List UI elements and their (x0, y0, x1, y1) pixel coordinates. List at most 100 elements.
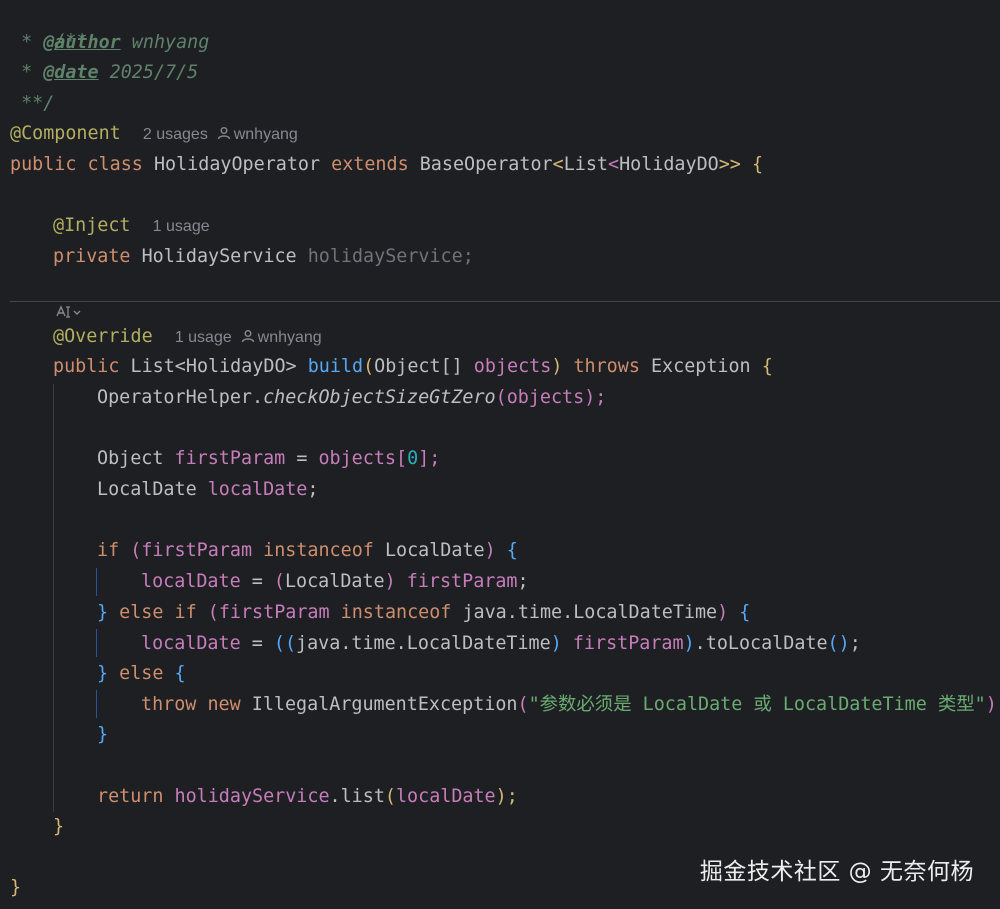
brace: { (506, 540, 518, 561)
semicolon: ; (849, 633, 861, 654)
code-line[interactable]: public List<HolidayDO> build(Object[] ob… (53, 352, 773, 382)
author-hint[interactable]: wnhyang (217, 126, 298, 143)
code-line[interactable]: @Override 1 usage wnhyang (53, 322, 322, 352)
local-var: firstParam (572, 633, 684, 654)
local-var: localDate (207, 479, 308, 500)
usages-hint[interactable]: 1 usage (175, 329, 232, 346)
author-hint[interactable]: wnhyang (241, 329, 322, 346)
code-line[interactable]: } (97, 720, 108, 750)
keyword: return (97, 786, 164, 807)
bracket: [ (395, 448, 408, 469)
doc-date-value: 2025/7/5 (98, 62, 199, 83)
code-line[interactable]: localDate = (LocalDate) firstParam; (141, 567, 529, 597)
code-line[interactable]: * @author wnhyang (10, 28, 209, 58)
person-icon (217, 127, 230, 140)
code-line[interactable]: localDate = ((java.time.LocalDateTime) f… (141, 629, 861, 659)
method-name: build (307, 356, 364, 377)
list-type: List (563, 154, 608, 175)
param-name: objects (473, 356, 552, 377)
code-line[interactable]: } else if (firstParam instanceof java.ti… (97, 598, 750, 628)
keyword: else (119, 602, 164, 623)
argument: objects (506, 387, 585, 408)
usages-hint[interactable]: 1 usage (153, 218, 210, 235)
override-annotation: @Override (53, 326, 153, 347)
code-line[interactable]: throw new IllegalArgumentException("参数必须… (141, 690, 1000, 720)
local-type: LocalDate (97, 479, 197, 500)
brace: } (10, 877, 22, 898)
method-call: .toLocalDate (694, 633, 828, 654)
code-line[interactable]: OperatorHelper.checkObjectSizeGtZero(obj… (97, 383, 606, 413)
keyword: public (53, 356, 120, 377)
brace: { (174, 663, 186, 684)
local-var: firstParam (174, 448, 286, 469)
person-icon (241, 330, 254, 343)
component-annotation: @Component (10, 123, 121, 144)
type-name: java.time.LocalDateTime (296, 633, 551, 654)
watermark: 掘金技术社区 @ 无奈何杨 (699, 859, 974, 885)
keyword: throw (141, 694, 197, 715)
local-type: Object (97, 448, 164, 469)
code-line[interactable]: private HolidayService holidayService; (53, 242, 474, 272)
method-call: .list (329, 786, 385, 807)
class-name: HolidayOperator (153, 154, 321, 175)
ai-assist-icon[interactable] (54, 303, 84, 321)
code-line[interactable]: } (53, 812, 64, 842)
code-line[interactable]: @Component 2 usages wnhyang (10, 119, 298, 149)
argument: objects (318, 448, 396, 469)
paren: ) (384, 571, 396, 592)
code-line[interactable]: Object firstParam = objects[0]; (97, 444, 440, 474)
paren: ); (985, 694, 1000, 715)
code-line[interactable]: public class HolidayOperator extends Bas… (10, 150, 763, 180)
code-line[interactable]: **/ (10, 89, 54, 119)
keyword: throws (573, 356, 640, 377)
keyword: instanceof (340, 602, 452, 623)
paren: ) (550, 633, 562, 654)
paren: ) (484, 540, 496, 561)
doc-author-tag: @author (43, 32, 121, 53)
semicolon: ; (307, 479, 319, 500)
keyword: public (10, 154, 77, 175)
keyword: else (119, 663, 164, 684)
keyword: extends (331, 154, 409, 175)
doc-comment-close: **/ (10, 93, 55, 114)
semicolon: ; (517, 571, 529, 592)
code-line[interactable]: LocalDate localDate; (97, 475, 318, 505)
field-name: holidayService (307, 246, 463, 267)
operator: = (240, 633, 274, 654)
code-line[interactable]: } else { (97, 659, 186, 689)
code-line[interactable]: if (firstParam instanceof LocalDate) { (97, 536, 518, 566)
keyword: if (97, 540, 120, 561)
type-name: LocalDate (284, 571, 385, 592)
keyword: if (174, 602, 197, 623)
return-type: List<HolidayDO> (130, 356, 297, 377)
code-line[interactable]: @Inject 1 usage (53, 211, 210, 241)
author-hint-name: wnhyang (257, 329, 322, 346)
paren: () (827, 633, 850, 654)
code-line[interactable]: /** (10, 0, 87, 52)
doc-comment-prefix: * (10, 62, 44, 83)
code-line[interactable]: } (10, 873, 21, 903)
paren: (( (273, 633, 297, 654)
code-line[interactable]: * @date 2025/7/5 (10, 58, 198, 88)
code-editor[interactable]: /** * @author wnhyang * @date 2025/7/5 *… (0, 0, 1000, 909)
usages-hint[interactable]: 2 usages (143, 126, 208, 143)
paren: ( (495, 387, 507, 408)
brace: } (53, 816, 65, 837)
paren: ( (517, 694, 529, 715)
keyword: private (53, 246, 131, 267)
string-literal: "参数必须是 LocalDate 或 LocalDateTime 类型" (528, 694, 986, 715)
brace: } (97, 663, 109, 684)
type-name: java.time.LocalDateTime (462, 602, 718, 623)
class-brace: { (751, 154, 764, 175)
semicolon: ; (462, 246, 474, 267)
paren: ( (273, 571, 285, 592)
author-hint-name: wnhyang (233, 126, 298, 143)
paren: ); (584, 387, 607, 408)
code-line[interactable]: return holidayService.list(localDate); (97, 782, 518, 812)
paren: ( (130, 540, 142, 561)
local-var: localDate (141, 571, 241, 592)
local-var: localDate (395, 786, 496, 807)
paren: ) (551, 356, 563, 377)
element-type: HolidayDO (619, 154, 719, 175)
paren: ( (363, 356, 375, 377)
